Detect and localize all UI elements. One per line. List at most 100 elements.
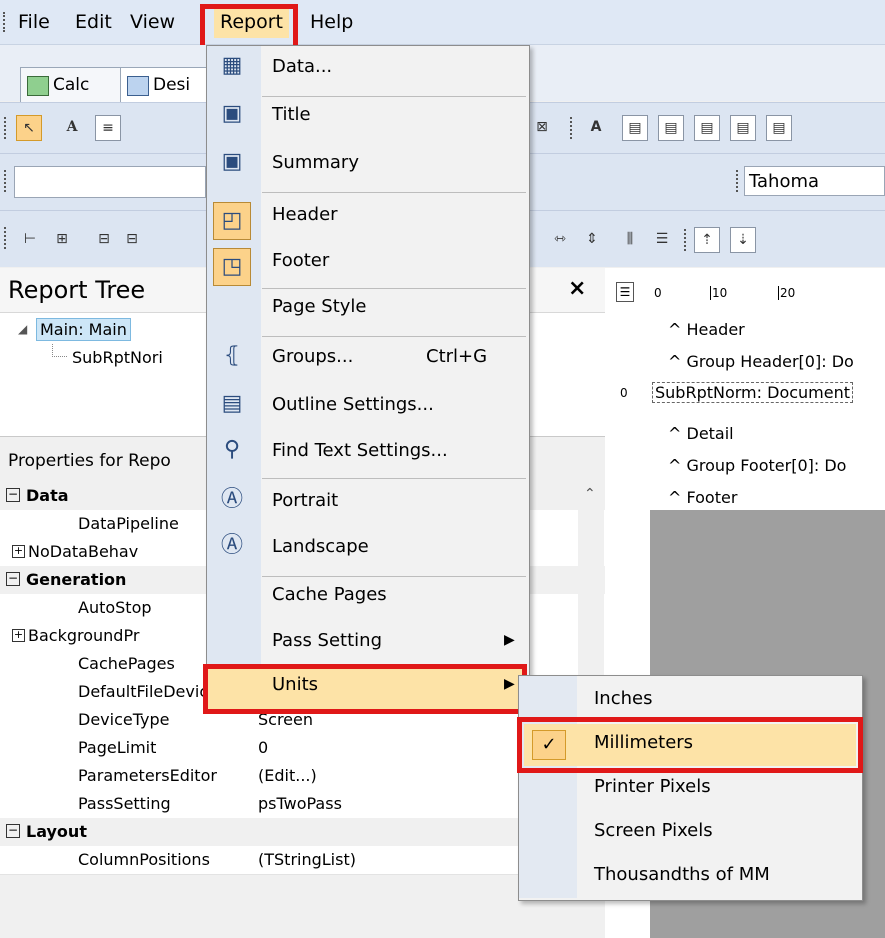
tree-toggle-icon[interactable]: ☰ [616,282,634,302]
dbimage-icon[interactable]: ▤ [730,115,756,141]
toolbar-grip[interactable] [4,170,10,192]
band-group-footer[interactable]: ^ Group Footer[0]: Do [668,456,846,475]
expand-icon[interactable]: + [12,629,25,642]
dbtext-icon[interactable]: A [584,115,608,139]
bring-front-icon[interactable]: ⊟ [92,227,116,251]
nudge-up-icon[interactable]: ⇡ [694,227,720,253]
align-left-icon[interactable]: ⊢ [18,227,42,251]
align-center-icon[interactable]: ⊞ [50,227,74,251]
toolbar-grip[interactable] [736,170,742,192]
collapse-icon[interactable]: − [6,572,20,586]
style-combo[interactable] [14,166,206,198]
toolbar-grip[interactable] [3,12,9,32]
property-value[interactable]: (Edit...) [258,762,317,790]
property-name: DataPipeline [78,514,179,533]
band-detail[interactable]: ^ Detail [668,424,734,443]
property-name: DefaultFileDevice [78,682,218,701]
label-component-icon[interactable]: A [60,115,84,139]
property-row[interactable]: ColumnPositions (TStringList) [0,846,605,875]
landscape-icon: Ⓐ [220,533,243,558]
send-back-icon[interactable]: ⊟ [120,227,144,251]
footer-band-icon: ◳ [213,248,251,286]
properties-title: Properties for Repo [8,451,171,471]
menu-item-footer[interactable]: Footer [272,250,329,271]
units-option-printer-pixels[interactable]: Printer Pixels [594,776,711,797]
property-name: ParametersEditor [78,766,217,785]
units-option-inches[interactable]: Inches [594,688,652,709]
band-footer[interactable]: ^ Footer [668,488,737,507]
groups-icon: ⦃ [223,343,241,368]
toolbar-grip[interactable] [4,227,10,249]
nudge-down-icon[interactable]: ⇣ [730,227,756,253]
checkbox-component-icon[interactable]: ⊠ [530,115,554,139]
close-icon[interactable]: × [568,276,586,301]
menu-file[interactable]: File [12,6,56,38]
expand-triangle-icon[interactable]: ◢ [18,322,27,336]
units-option-screen-pixels[interactable]: Screen Pixels [594,820,713,841]
dbmemo-icon[interactable]: ▤ [622,115,648,141]
menu-bar: File Edit View Report Help [0,0,885,45]
tree-node-subreport[interactable]: SubRptNori [72,348,163,367]
menu-item-find-text-settings[interactable]: Find Text Settings... [272,440,448,461]
header-band-icon: ◰ [213,202,251,240]
menu-separator [262,288,526,289]
menu-item-data[interactable]: Data... [272,56,332,77]
tree-connector [52,344,67,357]
design-icon [127,76,149,96]
property-row[interactable]: PassSetting psTwoPass [0,790,605,819]
menu-separator [262,478,526,479]
title-band-icon: ▣ [221,101,243,126]
property-value[interactable]: (TStringList) [258,846,356,874]
menu-item-cache-pages[interactable]: Cache Pages [272,584,387,605]
ruler-tick-label: 0 [654,286,662,300]
toolbar-grip[interactable] [570,117,576,139]
property-value[interactable]: 0 [258,734,268,762]
same-height-icon[interactable]: ☰ [650,227,674,251]
collapse-icon[interactable]: − [6,824,20,838]
same-width-icon[interactable]: ⫼ [618,227,642,251]
menu-help[interactable]: Help [304,6,359,38]
toolbar-grip[interactable] [4,117,10,139]
memo-component-icon[interactable]: ≡ [95,115,121,141]
property-name: NoDataBehav [28,542,139,561]
menu-item-groups[interactable]: Groups... [272,346,353,367]
dbrichtext-icon[interactable]: ▤ [658,115,684,141]
portrait-icon: Ⓐ [220,487,243,512]
property-row[interactable]: ParametersEditor (Edit...) [0,762,605,791]
toolbar-grip[interactable] [684,229,690,251]
menu-item-summary[interactable]: Summary [272,152,359,173]
font-name-combo[interactable]: Tahoma [744,166,885,196]
dbcalc-icon[interactable]: ▤ [694,115,720,141]
scroll-up-arrow-icon[interactable]: ⌃ [584,486,596,502]
ruler-tick-label: 20 [778,286,796,300]
menu-item-outline-settings[interactable]: Outline Settings... [272,394,434,415]
menu-edit[interactable]: Edit [69,6,118,38]
band-group-header[interactable]: ^ Group Header[0]: Do [668,352,854,371]
ruler: 0 10 20 [648,276,885,304]
dbbarcode-icon[interactable]: ▤ [766,115,792,141]
select-arrow-icon[interactable]: ↖ [16,115,42,141]
ruler-tick-label: 10 [710,286,728,300]
property-row[interactable]: PageLimit 0 [0,734,605,763]
collapse-icon[interactable]: − [6,488,20,502]
menu-item-landscape[interactable]: Landscape [272,536,369,557]
menu-item-header[interactable]: Header [272,204,338,225]
property-value[interactable]: psTwoPass [258,790,342,818]
tree-node-main[interactable]: Main: Main [36,318,131,341]
space-vert-icon[interactable]: ⇕ [580,227,604,251]
menu-item-page-style[interactable]: Page Style [272,296,367,317]
property-category[interactable]: − Layout [0,818,605,847]
units-option-thousandths-of-mm[interactable]: Thousandths of MM [594,864,770,885]
menu-item-portrait[interactable]: Portrait [272,490,338,511]
summary-band-icon: ▣ [221,149,243,174]
space-horiz-icon[interactable]: ⇿ [548,227,572,251]
category-label: Generation [26,570,127,589]
menu-item-pass-setting[interactable]: Pass Setting [272,630,382,651]
property-name: PassSetting [78,794,171,813]
subreport-component[interactable]: SubRptNorm: Document [652,382,854,403]
menu-separator [262,576,526,577]
band-header[interactable]: ^ Header [668,320,745,339]
menu-item-title[interactable]: Title [272,104,311,125]
expand-icon[interactable]: + [12,545,25,558]
menu-view[interactable]: View [124,6,181,38]
